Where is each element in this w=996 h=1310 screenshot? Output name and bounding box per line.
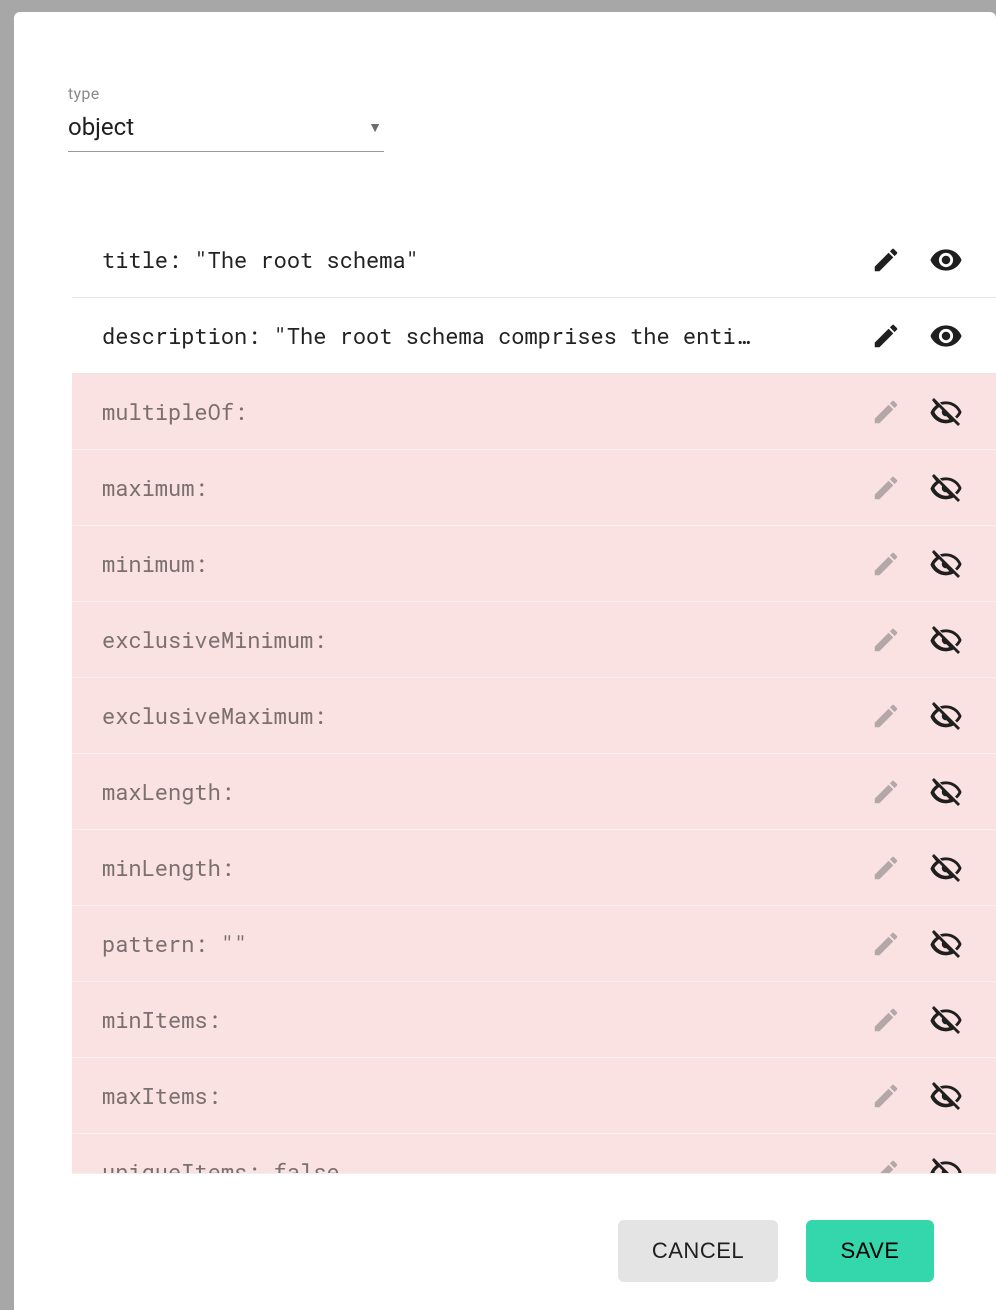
property-row: exclusiveMinimum: — [72, 602, 996, 678]
visibility-off-icon[interactable] — [924, 998, 968, 1042]
visibility-off-icon[interactable] — [924, 466, 968, 510]
edit-icon[interactable] — [864, 618, 908, 662]
property-text: maxLength: — [102, 777, 848, 806]
property-text: minItems: — [102, 1005, 848, 1034]
property-row: maxItems: — [72, 1058, 996, 1134]
property-row: maxLength: — [72, 754, 996, 830]
property-text: minLength: — [102, 853, 848, 882]
property-row: minItems: — [72, 982, 996, 1058]
edit-icon[interactable] — [864, 1074, 908, 1118]
properties-panel: title: "The root schema" description: "T… — [72, 222, 996, 1174]
edit-icon[interactable] — [864, 1150, 908, 1175]
visibility-off-icon[interactable] — [924, 846, 968, 890]
property-row: minLength: — [72, 830, 996, 906]
cancel-button[interactable]: CANCEL — [618, 1220, 778, 1282]
property-text: pattern: "" — [102, 929, 848, 958]
type-value: object — [68, 113, 134, 141]
edit-icon[interactable] — [864, 314, 908, 358]
property-row: minimum: — [72, 526, 996, 602]
property-text: description: "The root schema comprises … — [102, 321, 848, 350]
visibility-off-icon[interactable] — [924, 770, 968, 814]
property-row: exclusiveMaximum: — [72, 678, 996, 754]
visibility-off-icon[interactable] — [924, 1150, 968, 1175]
edit-icon[interactable] — [864, 998, 908, 1042]
edit-icon[interactable] — [864, 846, 908, 890]
visibility-on-icon[interactable] — [924, 314, 968, 358]
caret-down-icon: ▼ — [368, 119, 384, 136]
edit-icon[interactable] — [864, 770, 908, 814]
property-text: exclusiveMinimum: — [102, 625, 848, 654]
property-text: exclusiveMaximum: — [102, 701, 848, 730]
edit-icon[interactable] — [864, 466, 908, 510]
dialog-footer: CANCEL SAVE — [14, 1192, 996, 1310]
edit-icon[interactable] — [864, 694, 908, 738]
property-row: multipleOf: — [72, 374, 996, 450]
visibility-on-icon[interactable] — [924, 238, 968, 282]
edit-icon[interactable] — [864, 238, 908, 282]
visibility-off-icon[interactable] — [924, 618, 968, 662]
property-text: maxItems: — [102, 1081, 848, 1110]
property-text: maximum: — [102, 473, 848, 502]
edit-icon[interactable] — [864, 922, 908, 966]
property-row: maximum: — [72, 450, 996, 526]
property-row: uniqueItems: false — [72, 1134, 996, 1174]
visibility-off-icon[interactable] — [924, 1074, 968, 1118]
property-text: title: "The root schema" — [102, 245, 848, 274]
save-button[interactable]: SAVE — [806, 1220, 934, 1282]
schema-editor-dialog: type object ▼ title: "The root schema" d… — [14, 12, 996, 1310]
property-text: minimum: — [102, 549, 848, 578]
edit-icon[interactable] — [864, 390, 908, 434]
visibility-off-icon[interactable] — [924, 694, 968, 738]
property-text: multipleOf: — [102, 397, 848, 426]
edit-icon[interactable] — [864, 542, 908, 586]
type-field: type object ▼ — [68, 84, 384, 152]
property-row: pattern: "" — [72, 906, 996, 982]
property-text: uniqueItems: false — [102, 1157, 848, 1174]
property-row: title: "The root schema" — [72, 222, 996, 298]
type-select[interactable]: object ▼ — [68, 107, 384, 152]
type-label: type — [68, 84, 384, 103]
property-row: description: "The root schema comprises … — [72, 298, 996, 374]
visibility-off-icon[interactable] — [924, 390, 968, 434]
visibility-off-icon[interactable] — [924, 922, 968, 966]
visibility-off-icon[interactable] — [924, 542, 968, 586]
